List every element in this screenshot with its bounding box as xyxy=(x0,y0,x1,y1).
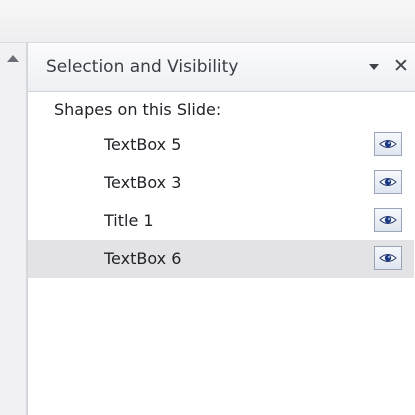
app-window: Selection and Visibility ✕ Shapes on thi… xyxy=(0,0,415,415)
shape-row[interactable]: TextBox 5 xyxy=(28,126,414,164)
pane-header: Selection and Visibility ✕ xyxy=(27,43,415,92)
scroll-up-arrow-icon[interactable] xyxy=(0,43,26,73)
shapes-section-label: Shapes on this Slide: xyxy=(54,100,222,119)
shape-name: TextBox 5 xyxy=(104,135,182,154)
dropdown-triangle xyxy=(369,64,379,70)
shape-row[interactable]: Title 1 xyxy=(28,202,414,240)
ribbon-area xyxy=(0,0,415,43)
shape-name: TextBox 3 xyxy=(104,173,182,192)
close-icon[interactable]: ✕ xyxy=(390,54,412,78)
vertical-scrollbar[interactable] xyxy=(0,43,27,415)
eye-icon[interactable] xyxy=(374,170,402,194)
shape-row[interactable]: TextBox 3 xyxy=(28,164,414,202)
shape-list: TextBox 5 TextBox 3 Title 1 TextBox 6 xyxy=(28,126,415,278)
shape-name: TextBox 6 xyxy=(104,249,182,268)
shape-row[interactable]: TextBox 6 xyxy=(28,240,414,278)
eye-icon[interactable] xyxy=(374,208,402,232)
shape-name: Title 1 xyxy=(104,211,154,230)
eye-icon[interactable] xyxy=(374,246,402,270)
pane-title: Selection and Visibility xyxy=(46,57,239,77)
selection-pane: Selection and Visibility ✕ Shapes on thi… xyxy=(27,43,415,415)
eye-icon[interactable] xyxy=(374,132,402,156)
scroll-up-triangle xyxy=(7,54,19,62)
pane-body: Shapes on this Slide: TextBox 5 TextBox … xyxy=(27,92,415,415)
dropdown-triangle-icon[interactable] xyxy=(364,57,384,77)
